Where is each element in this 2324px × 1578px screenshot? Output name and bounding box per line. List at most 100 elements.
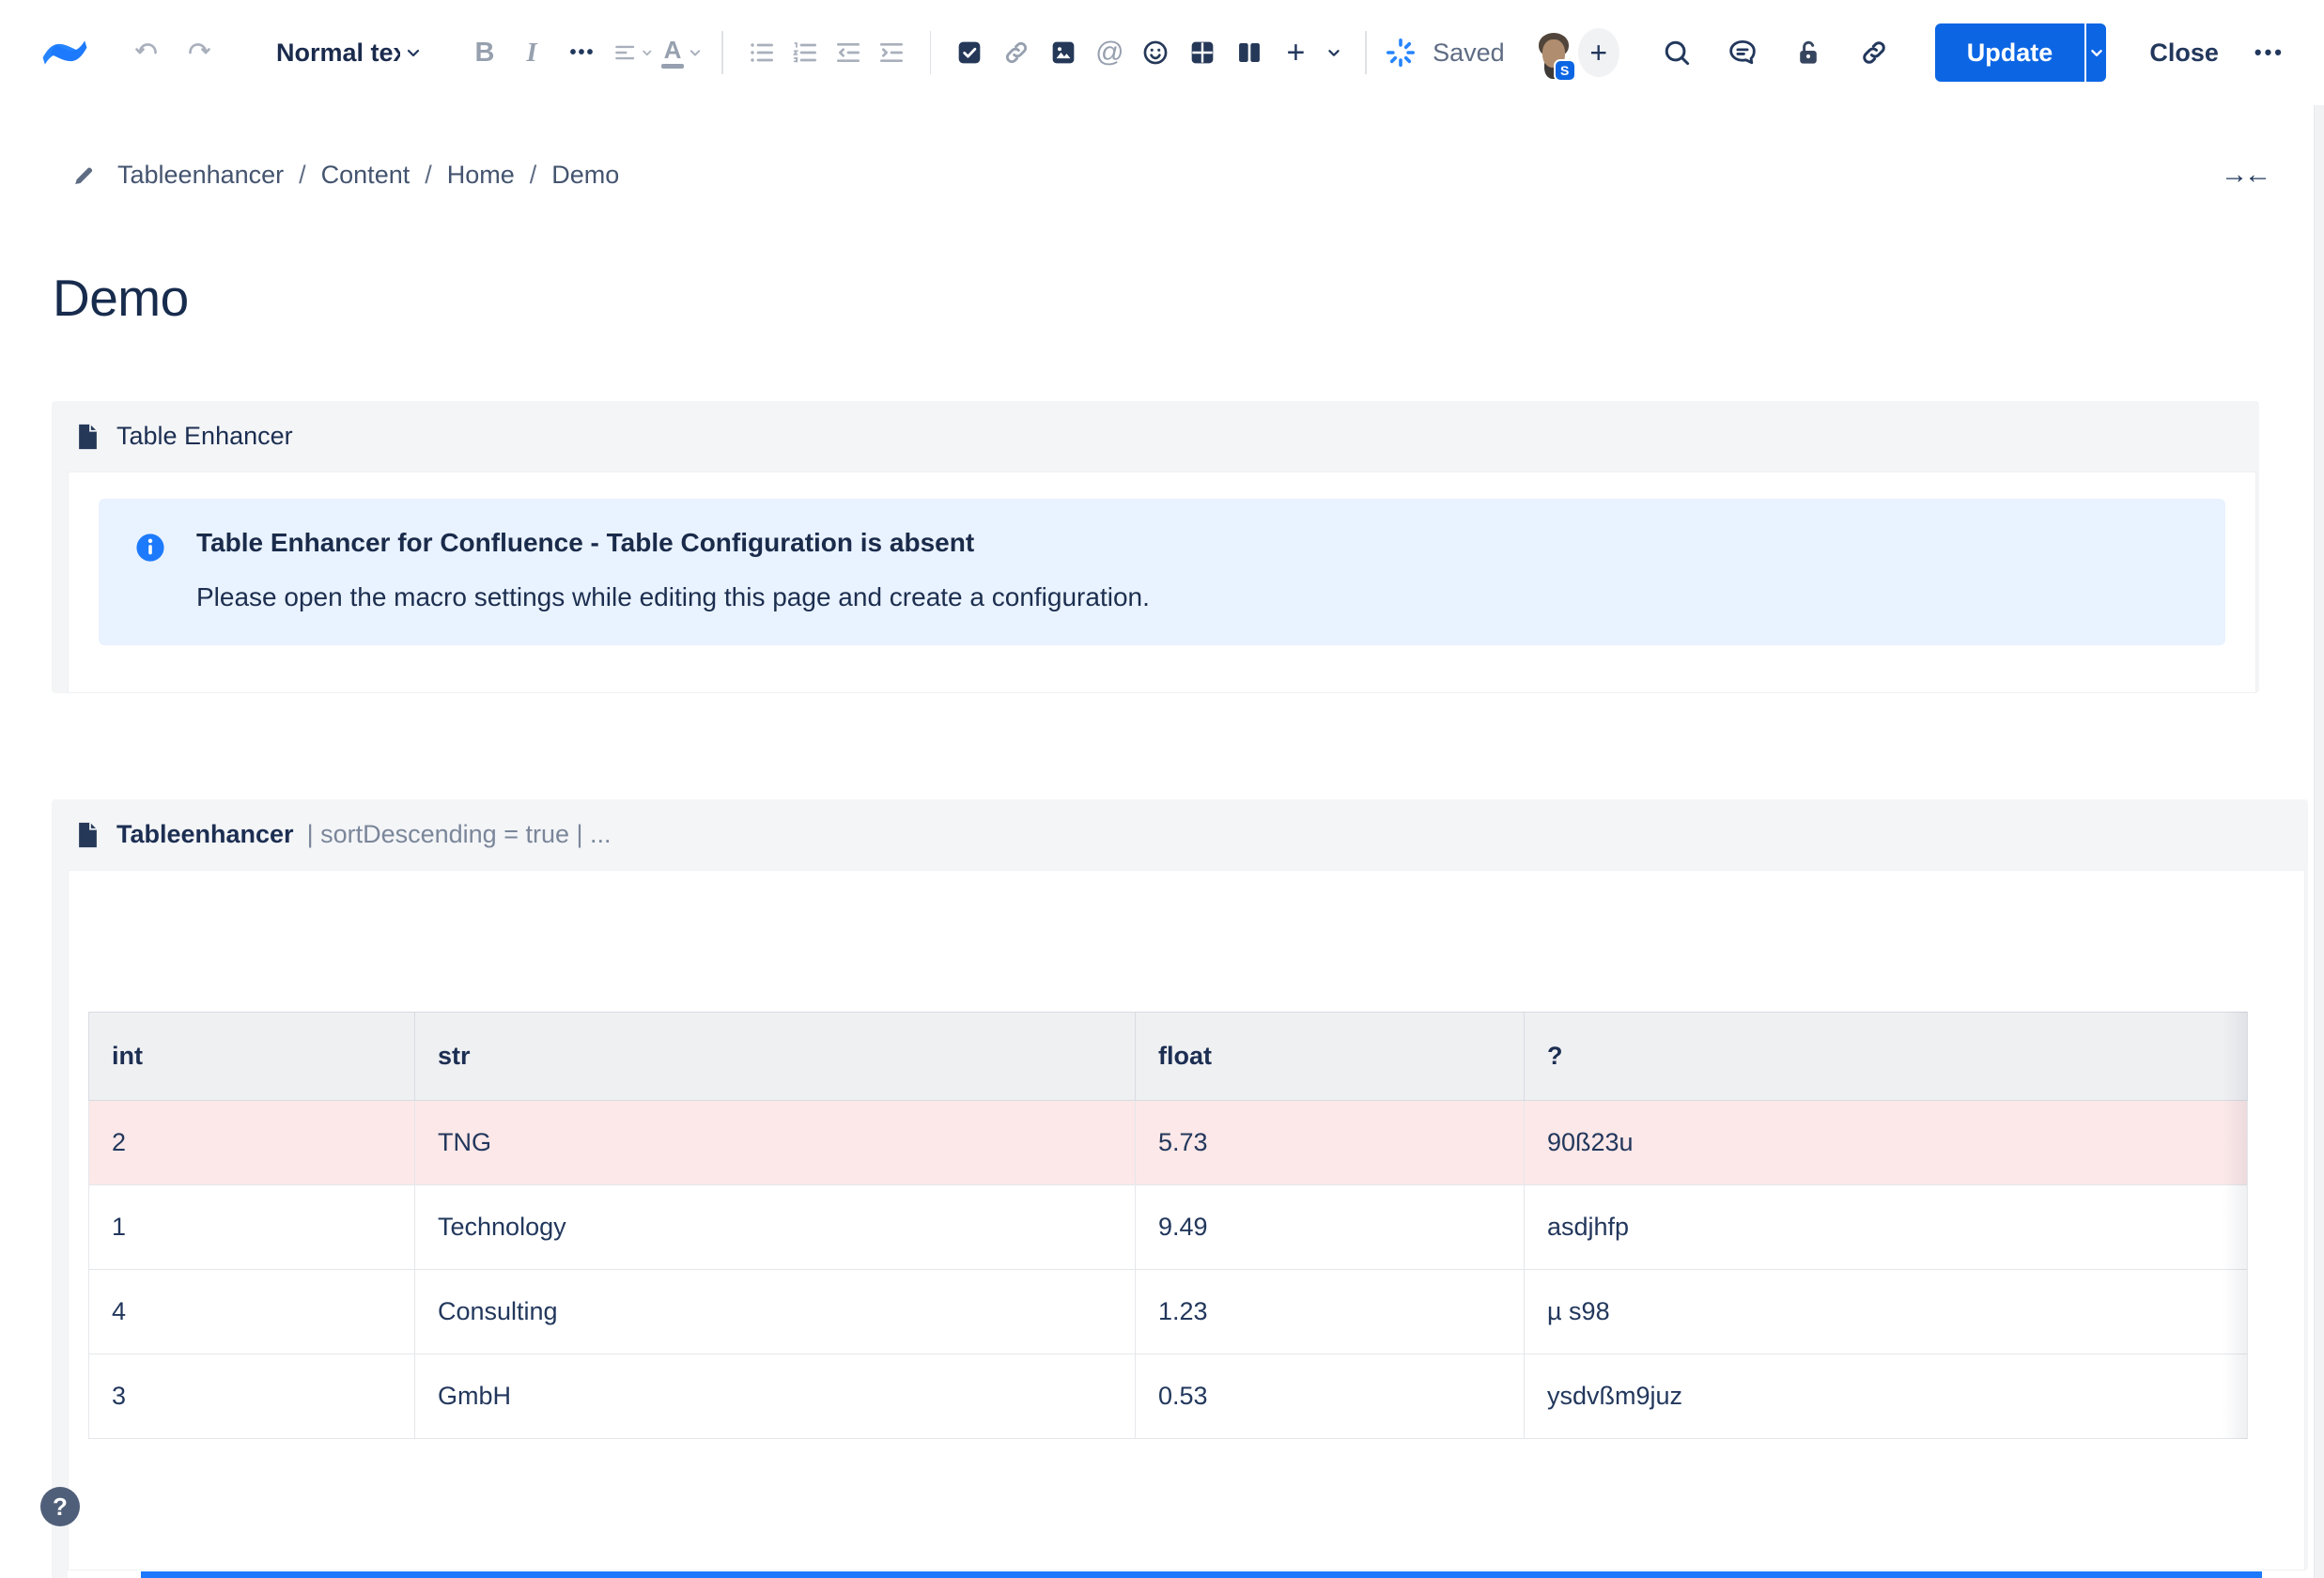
outdent-icon bbox=[833, 38, 863, 68]
macro-title: Tableenhancer bbox=[116, 820, 294, 849]
chevron-down-icon bbox=[402, 41, 425, 64]
table-row: 4 Consulting 1.23 µ s98 bbox=[89, 1270, 2248, 1354]
permissions-button[interactable] bbox=[1787, 31, 1830, 74]
table-row: 2 TNG 5.73 90ß23u bbox=[89, 1101, 2248, 1185]
selection-highlight-bar bbox=[141, 1571, 2262, 1578]
info-message: Please open the macro settings while edi… bbox=[196, 581, 1150, 613]
toolbar-divider bbox=[1365, 31, 1367, 74]
insert-more-dropdown[interactable] bbox=[1320, 31, 1348, 74]
bullet-list-button[interactable] bbox=[740, 31, 783, 74]
confluence-logo-icon bbox=[39, 27, 90, 78]
add-collaborator-button[interactable]: + bbox=[1578, 28, 1619, 77]
alignment-dropdown[interactable] bbox=[612, 31, 656, 74]
search-button[interactable] bbox=[1655, 31, 1698, 74]
undo-icon bbox=[132, 38, 163, 68]
column-header-int[interactable]: int bbox=[89, 1013, 415, 1101]
comment-icon bbox=[1727, 37, 1758, 69]
insert-image-button[interactable] bbox=[1042, 31, 1085, 74]
table-cell: 2 bbox=[89, 1101, 415, 1185]
macro-table-enhancer[interactable]: Table Enhancer Table Enhancer for Conflu… bbox=[52, 401, 2259, 693]
macro-header[interactable]: Table Enhancer bbox=[52, 401, 2259, 472]
chevron-down-icon bbox=[1324, 42, 1344, 63]
table-row: 1 Technology 9.49 asdjhfp bbox=[89, 1185, 2248, 1270]
columns-icon bbox=[1234, 38, 1264, 68]
table-row: 3 GmbH 0.53 ysdvßm9juz bbox=[89, 1354, 2248, 1439]
text-format-overflow-button[interactable]: ••• bbox=[558, 31, 607, 74]
macro-title: Table Enhancer bbox=[116, 422, 293, 451]
more-actions-button[interactable]: ••• bbox=[2254, 40, 2285, 65]
macro-header[interactable]: Tableenhancer | sortDescending = true | … bbox=[52, 799, 2308, 870]
macro-params: | sortDescending = true | ... bbox=[307, 820, 612, 849]
emoji-button[interactable] bbox=[1134, 31, 1177, 74]
info-icon bbox=[132, 530, 168, 613]
update-dropdown-button[interactable] bbox=[2084, 23, 2106, 82]
page-title[interactable]: Demo bbox=[53, 268, 2324, 328]
insert-link-button[interactable] bbox=[995, 31, 1038, 74]
text-style-label: Normal text bbox=[276, 39, 400, 68]
chevron-down-icon bbox=[686, 43, 705, 62]
breadcrumb-separator: / bbox=[425, 161, 432, 190]
chevron-down-icon bbox=[639, 43, 656, 62]
column-header-float[interactable]: float bbox=[1136, 1013, 1525, 1101]
macro-tableenhancer[interactable]: Tableenhancer | sortDescending = true | … bbox=[52, 799, 2308, 1570]
help-button[interactable]: ? bbox=[40, 1487, 80, 1526]
document-icon bbox=[76, 423, 100, 451]
layouts-button[interactable] bbox=[1228, 31, 1271, 74]
toolbar-divider bbox=[721, 31, 723, 74]
unlock-icon bbox=[1792, 37, 1824, 69]
update-button[interactable]: Update bbox=[1935, 23, 2085, 82]
table-icon bbox=[1187, 38, 1217, 68]
search-icon bbox=[1661, 37, 1693, 69]
redo-button[interactable] bbox=[177, 31, 220, 74]
table-cell: 9.49 bbox=[1136, 1185, 1525, 1270]
text-color-icon: A bbox=[661, 38, 684, 69]
task-list-button[interactable] bbox=[948, 31, 991, 74]
bullet-list-icon bbox=[747, 38, 777, 68]
macro-body: int str float ? 2 TNG 5.73 90ß23u 1 bbox=[68, 870, 2305, 1570]
table-cell: 0.53 bbox=[1136, 1354, 1525, 1439]
copy-link-button[interactable] bbox=[1852, 31, 1896, 74]
user-avatar[interactable]: S bbox=[1529, 28, 1571, 77]
table-header-row: int str float ? bbox=[89, 1013, 2248, 1101]
column-header-str[interactable]: str bbox=[415, 1013, 1136, 1101]
undo-button[interactable] bbox=[126, 31, 169, 74]
numbered-list-button[interactable] bbox=[783, 31, 827, 74]
redo-icon bbox=[183, 38, 213, 68]
table-cell: GmbH bbox=[415, 1354, 1136, 1439]
document-icon bbox=[76, 821, 100, 849]
breadcrumb-space[interactable]: Tableenhancer bbox=[117, 161, 284, 190]
comments-button[interactable] bbox=[1721, 31, 1764, 74]
breadcrumb-current-page[interactable]: Demo bbox=[551, 161, 619, 190]
align-left-icon bbox=[612, 39, 637, 67]
close-button[interactable]: Close bbox=[2149, 39, 2219, 68]
text-style-dropdown[interactable]: Normal text bbox=[276, 39, 425, 68]
link-icon bbox=[1001, 38, 1031, 68]
edit-pencil-icon bbox=[71, 162, 97, 188]
table-cell: 1 bbox=[89, 1185, 415, 1270]
column-header-question[interactable]: ? bbox=[1525, 1013, 2248, 1101]
table-cell: TNG bbox=[415, 1101, 1136, 1185]
text-color-dropdown[interactable]: A bbox=[661, 31, 705, 74]
table-cell: asdjhfp bbox=[1525, 1185, 2248, 1270]
table-cell: 4 bbox=[89, 1270, 415, 1354]
table-cell: Consulting bbox=[415, 1270, 1136, 1354]
indent-icon bbox=[876, 38, 906, 68]
indent-button[interactable] bbox=[870, 31, 913, 74]
editor-toolbar: Normal text B I ••• A bbox=[0, 0, 2324, 105]
insert-plus-button[interactable]: + bbox=[1275, 31, 1316, 74]
page-scrollbar[interactable] bbox=[2314, 105, 2324, 1578]
table-cell: 5.73 bbox=[1136, 1101, 1525, 1185]
breadcrumb-home[interactable]: Home bbox=[447, 161, 515, 190]
breadcrumb-content[interactable]: Content bbox=[321, 161, 411, 190]
document-icon bbox=[76, 821, 100, 849]
breadcrumb-separator: / bbox=[299, 161, 306, 190]
outdent-button[interactable] bbox=[827, 31, 870, 74]
info-title: Table Enhancer for Confluence - Table Co… bbox=[196, 527, 1150, 559]
collapse-width-button[interactable]: →← bbox=[2221, 160, 2268, 191]
enhanced-table: int str float ? 2 TNG 5.73 90ß23u 1 bbox=[88, 1012, 2248, 1439]
italic-button[interactable]: I bbox=[511, 31, 552, 74]
insert-table-button[interactable] bbox=[1181, 31, 1224, 74]
mention-button[interactable]: @ bbox=[1089, 31, 1130, 74]
table-cell: µ s98 bbox=[1525, 1270, 2248, 1354]
bold-button[interactable]: B bbox=[464, 31, 505, 74]
